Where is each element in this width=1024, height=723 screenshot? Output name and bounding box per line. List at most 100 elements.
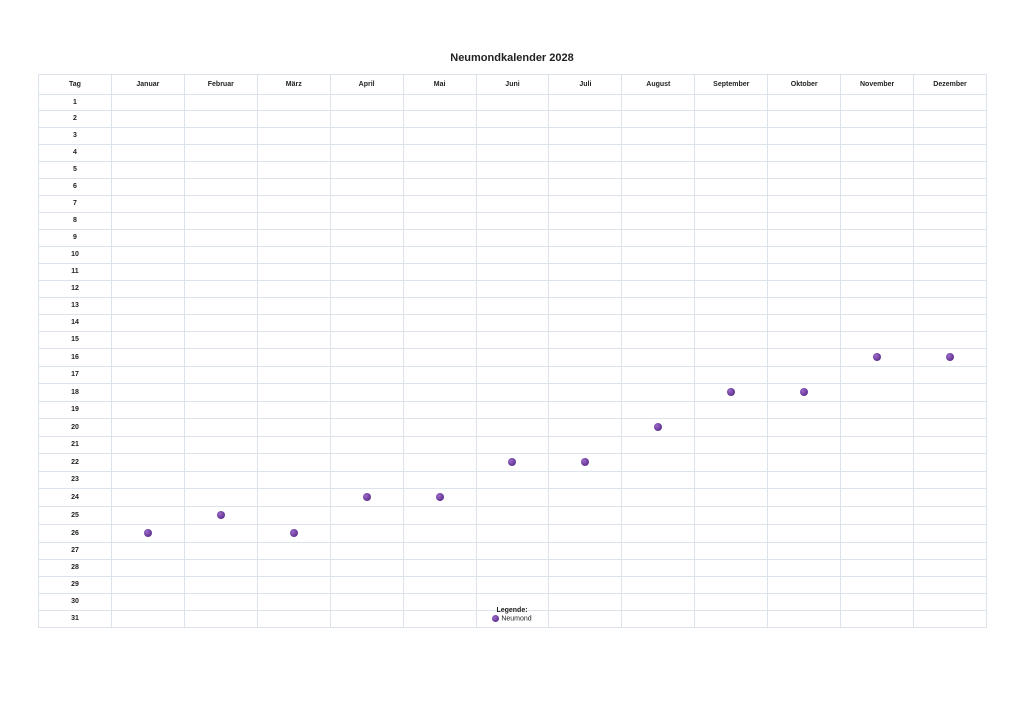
day-cell <box>694 576 769 594</box>
day-cell <box>913 246 987 264</box>
day-cell <box>402 348 477 367</box>
day-cell <box>475 524 550 543</box>
day-cell <box>548 401 623 419</box>
table-row: 28 <box>38 559 987 577</box>
day-cell <box>694 178 769 196</box>
day-cell <box>694 246 769 264</box>
day-cell <box>329 178 404 196</box>
day-number: 5 <box>38 161 112 179</box>
day-cell <box>256 488 331 507</box>
day-cell <box>256 436 331 454</box>
new-moon-marker-icon <box>362 493 371 502</box>
day-cell <box>402 110 477 128</box>
header-month: Mai <box>402 74 477 95</box>
day-cell <box>475 559 550 577</box>
table-row: 15 <box>38 331 987 349</box>
header-month: September <box>694 74 769 95</box>
day-cell <box>840 383 915 402</box>
day-cell <box>256 94 331 111</box>
day-number: 11 <box>38 263 112 281</box>
day-cell <box>110 436 185 454</box>
day-cell <box>694 401 769 419</box>
day-cell <box>256 229 331 247</box>
day-number: 22 <box>38 453 112 472</box>
day-cell <box>402 178 477 196</box>
day-cell <box>621 453 696 472</box>
day-cell <box>256 366 331 384</box>
day-cell <box>913 453 987 472</box>
day-cell <box>329 127 404 145</box>
day-cell <box>913 471 987 489</box>
day-cell <box>475 314 550 332</box>
new-moon-marker-icon <box>581 458 590 467</box>
day-cell <box>110 297 185 315</box>
table-row: 7 <box>38 195 987 213</box>
day-cell <box>548 383 623 402</box>
day-cell <box>475 576 550 594</box>
table-row: 27 <box>38 542 987 560</box>
day-cell <box>256 576 331 594</box>
day-cell <box>329 212 404 230</box>
day-number: 23 <box>38 471 112 489</box>
day-cell <box>183 471 258 489</box>
day-cell <box>767 436 842 454</box>
day-cell <box>183 524 258 543</box>
day-cell <box>329 506 404 525</box>
table-row: 3 <box>38 127 987 145</box>
day-cell <box>110 314 185 332</box>
day-cell <box>329 383 404 402</box>
day-cell <box>840 506 915 525</box>
day-cell <box>183 383 258 402</box>
table-row: 29 <box>38 576 987 594</box>
day-number: 14 <box>38 314 112 332</box>
day-number: 10 <box>38 246 112 264</box>
day-cell <box>329 418 404 437</box>
day-cell <box>913 366 987 384</box>
day-cell <box>913 229 987 247</box>
header-month: April <box>329 74 404 95</box>
day-cell <box>183 366 258 384</box>
day-cell <box>767 383 842 402</box>
day-cell <box>475 144 550 162</box>
day-cell <box>694 488 769 507</box>
new-moon-marker-icon <box>435 493 444 502</box>
day-cell <box>694 453 769 472</box>
day-cell <box>694 229 769 247</box>
day-cell <box>183 127 258 145</box>
day-cell <box>402 576 477 594</box>
day-cell <box>402 161 477 179</box>
day-cell <box>110 488 185 507</box>
day-cell <box>621 212 696 230</box>
table-row: 2 <box>38 110 987 128</box>
day-cell <box>110 280 185 298</box>
day-cell <box>621 94 696 111</box>
day-cell <box>840 331 915 349</box>
day-cell <box>402 471 477 489</box>
day-cell <box>840 559 915 577</box>
day-cell <box>548 297 623 315</box>
day-cell <box>913 542 987 560</box>
day-number: 24 <box>38 488 112 507</box>
day-cell <box>913 383 987 402</box>
day-cell <box>840 263 915 281</box>
day-cell <box>329 314 404 332</box>
new-moon-marker-icon <box>800 388 809 397</box>
day-cell <box>840 297 915 315</box>
day-cell <box>475 401 550 419</box>
day-cell <box>402 401 477 419</box>
day-cell <box>402 524 477 543</box>
day-cell <box>548 127 623 145</box>
day-cell <box>183 314 258 332</box>
day-cell <box>183 418 258 437</box>
day-cell <box>694 331 769 349</box>
day-cell <box>767 348 842 367</box>
day-cell <box>402 280 477 298</box>
day-cell <box>767 144 842 162</box>
day-cell <box>256 331 331 349</box>
day-cell <box>913 144 987 162</box>
day-cell <box>256 524 331 543</box>
day-cell <box>621 246 696 264</box>
day-number: 27 <box>38 542 112 560</box>
day-cell <box>256 418 331 437</box>
day-cell <box>329 366 404 384</box>
